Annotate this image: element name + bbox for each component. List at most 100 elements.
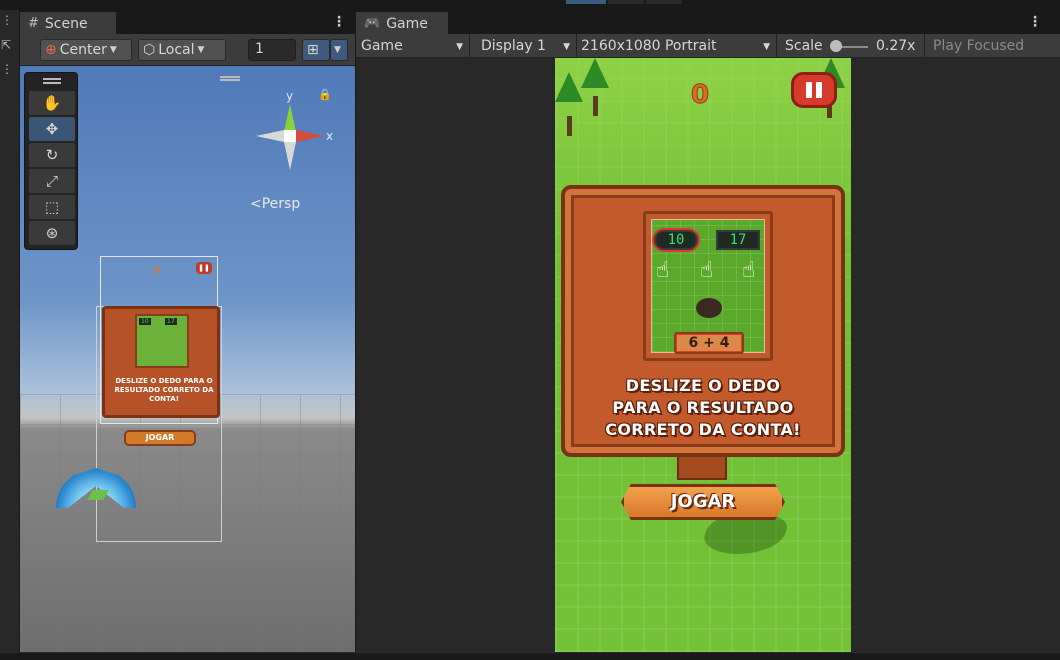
pivot-space-label: Local: [158, 42, 195, 58]
tree-trunk: [593, 96, 598, 116]
scene-tabbar: # Scene ⋮: [20, 10, 355, 34]
scene-toolbar: ⊕ Center ▼ ⬡ Local ▼ 1 ⊞ ▼: [20, 34, 355, 66]
view-select[interactable]: Game ▼: [356, 34, 469, 58]
toolbar-segment-active[interactable]: [566, 0, 606, 4]
swipe-hand-icon: ☝: [656, 258, 670, 283]
instruction-line: DESLIZE O DEDO: [625, 376, 781, 395]
rect-tool-icon[interactable]: ⬚: [29, 195, 75, 219]
chevron-down-icon: ▼: [109, 45, 117, 55]
equation-plate: 6 + 4: [674, 332, 744, 354]
instruction-line: CORRETO DA CONTA!: [605, 420, 801, 439]
tap-hand-icon: ☝: [700, 258, 714, 283]
mini-pause-icon: ❚❚: [196, 262, 212, 274]
pivot-mode-dropdown[interactable]: ⊕ Center ▼: [40, 39, 132, 61]
scene-menu-icon[interactable]: ⋮: [332, 14, 346, 30]
grid-snap-icon: ⊞: [307, 42, 319, 58]
pivot-space-dropdown[interactable]: ⬡ Local ▼: [138, 39, 226, 61]
tree: [555, 72, 583, 102]
play-mode-select[interactable]: Play Focused: [928, 34, 1038, 58]
mini-right-number: 17: [165, 318, 177, 325]
tutorial-board: 10 17 ☝ ☝ ☝ 6 + 4 DESLIZE O DEDO PARA O …: [561, 185, 845, 457]
tree: [581, 58, 609, 88]
mini-left-number: 10: [139, 318, 151, 325]
scale-tool-icon[interactable]: ⤢: [29, 169, 75, 193]
grid-snap-dropdown[interactable]: ▼: [330, 39, 348, 61]
gizmo-neg-x-axis[interactable]: [256, 130, 284, 142]
player-character-icon: [696, 298, 722, 318]
gizmo-y-label: y: [286, 89, 293, 103]
mini-play-button[interactable]: JOGAR: [124, 430, 196, 446]
toolbar-segment[interactable]: [646, 0, 682, 4]
toolbar-divider: [776, 34, 777, 58]
scale-value: 0.27x: [876, 38, 916, 54]
mini-tutorial-board[interactable]: 10 17 DESLIZE O DEDO PARA O RESULTADO CO…: [102, 306, 220, 418]
instruction-text: DESLIZE O DEDO PARA O RESULTADO CORRETO …: [575, 375, 831, 441]
game-menu-icon[interactable]: ⋮: [1028, 14, 1042, 30]
game-toolbar: Game ▼ Display 1 ▼ 2160x1080 Portrait ▼ …: [356, 34, 1060, 58]
toolbar-segment[interactable]: [608, 0, 644, 4]
tab-game-label: Game: [386, 15, 428, 32]
gizmo-x-label: x: [326, 129, 333, 143]
tab-game[interactable]: 🎮 Game: [356, 12, 448, 34]
perspective-label: Persp: [261, 196, 301, 212]
pause-icon: [816, 82, 822, 98]
game-panel: 🎮 Game ⋮ Game ▼ Display 1 ▼ 2160x1080 Po…: [356, 10, 1060, 652]
grid-size-input[interactable]: 1: [248, 39, 296, 61]
tab-scene[interactable]: # Scene: [20, 12, 116, 34]
toolbar-divider: [469, 34, 470, 58]
orientation-gizmo[interactable]: y x: [240, 86, 340, 196]
swipe-hand-icon: ☝: [742, 258, 756, 283]
kebab-icon[interactable]: ⋮: [1, 13, 13, 27]
game-tabbar: 🎮 Game ⋮: [356, 10, 1060, 34]
overlay-grip-icon[interactable]: [220, 76, 240, 81]
pause-icon: [806, 82, 812, 98]
board-stand: [677, 454, 727, 480]
tutorial-frame: 10 17 ☝ ☝ ☝ 6 + 4: [643, 211, 773, 361]
tree-trunk: [567, 116, 572, 136]
display-select-label: Display 1: [481, 38, 546, 54]
scale-label: Scale: [785, 38, 823, 54]
move-tool-icon[interactable]: ✥: [29, 117, 75, 141]
palette-grip[interactable]: [43, 78, 61, 84]
perspective-toggle[interactable]: <Persp: [250, 196, 300, 212]
view-select-label: Game: [361, 38, 403, 54]
cube-icon: ⬡: [143, 42, 156, 58]
tool-palette: ✋ ✥ ↻ ⤢ ⬚ ⊛: [24, 72, 78, 250]
hash-icon: #: [28, 16, 39, 31]
score-counter: 0: [690, 80, 710, 111]
tutorial-image: 10 17 ☝ ☝ ☝ 6 + 4: [651, 219, 765, 354]
kebab-icon[interactable]: ⋮: [1, 62, 13, 76]
scene-viewport[interactable]: ✋ ✥ ↻ ⤢ ⬚ ⊛ 🔒 y x <Persp 0 ❚❚ 10 17 DESL…: [20, 66, 355, 652]
mini-tutorial-image: 10 17: [135, 314, 189, 368]
pivot-mode-label: Center: [59, 42, 107, 58]
game-view[interactable]: 0 10 17 ☝ ☝ ☝ 6 + 4 DESLIZE O DEDO PARA …: [555, 58, 851, 652]
tab-scene-label: Scene: [44, 15, 88, 32]
answer-left: 10: [654, 230, 698, 250]
display-select[interactable]: Display 1 ▼: [476, 34, 576, 58]
answer-right: 17: [716, 230, 760, 250]
gizmo-center[interactable]: [284, 130, 296, 142]
gizmo-x-axis[interactable]: [296, 130, 324, 142]
toolbar-divider: [924, 34, 925, 58]
maximize-icon[interactable]: ⇱: [1, 38, 11, 52]
pause-button[interactable]: [791, 72, 837, 108]
editor-top-strip: [0, 0, 1060, 10]
hand-tool-icon[interactable]: ✋: [29, 91, 75, 115]
play-button[interactable]: JOGAR: [621, 484, 785, 520]
scale-slider-handle[interactable]: [830, 40, 842, 52]
scene-panel: # Scene ⋮ ⊕ Center ▼ ⬡ Local ▼ 1 ⊞ ▼ ✋ ✥…: [20, 10, 355, 652]
grid-snap-button[interactable]: ⊞: [302, 39, 330, 61]
chevron-down-icon: ▼: [456, 42, 463, 52]
pivot-icon: ⊕: [45, 42, 57, 58]
chevron-down-icon: ▼: [763, 42, 770, 52]
left-gutter: ⋮ ⇱ ⋮: [0, 10, 20, 652]
gizmo-neg-y-axis[interactable]: [284, 142, 296, 170]
transform-tool-icon[interactable]: ⊛: [29, 221, 75, 245]
resolution-select-label: 2160x1080 Portrait: [581, 38, 717, 54]
mini-score: 0: [154, 265, 161, 276]
chevron-down-icon: ▼: [563, 42, 570, 52]
rotate-tool-icon[interactable]: ↻: [29, 143, 75, 167]
resolution-select[interactable]: 2160x1080 Portrait ▼: [576, 34, 776, 58]
instruction-line: PARA O RESULTADO: [612, 398, 794, 417]
gizmo-y-axis[interactable]: [284, 104, 296, 132]
